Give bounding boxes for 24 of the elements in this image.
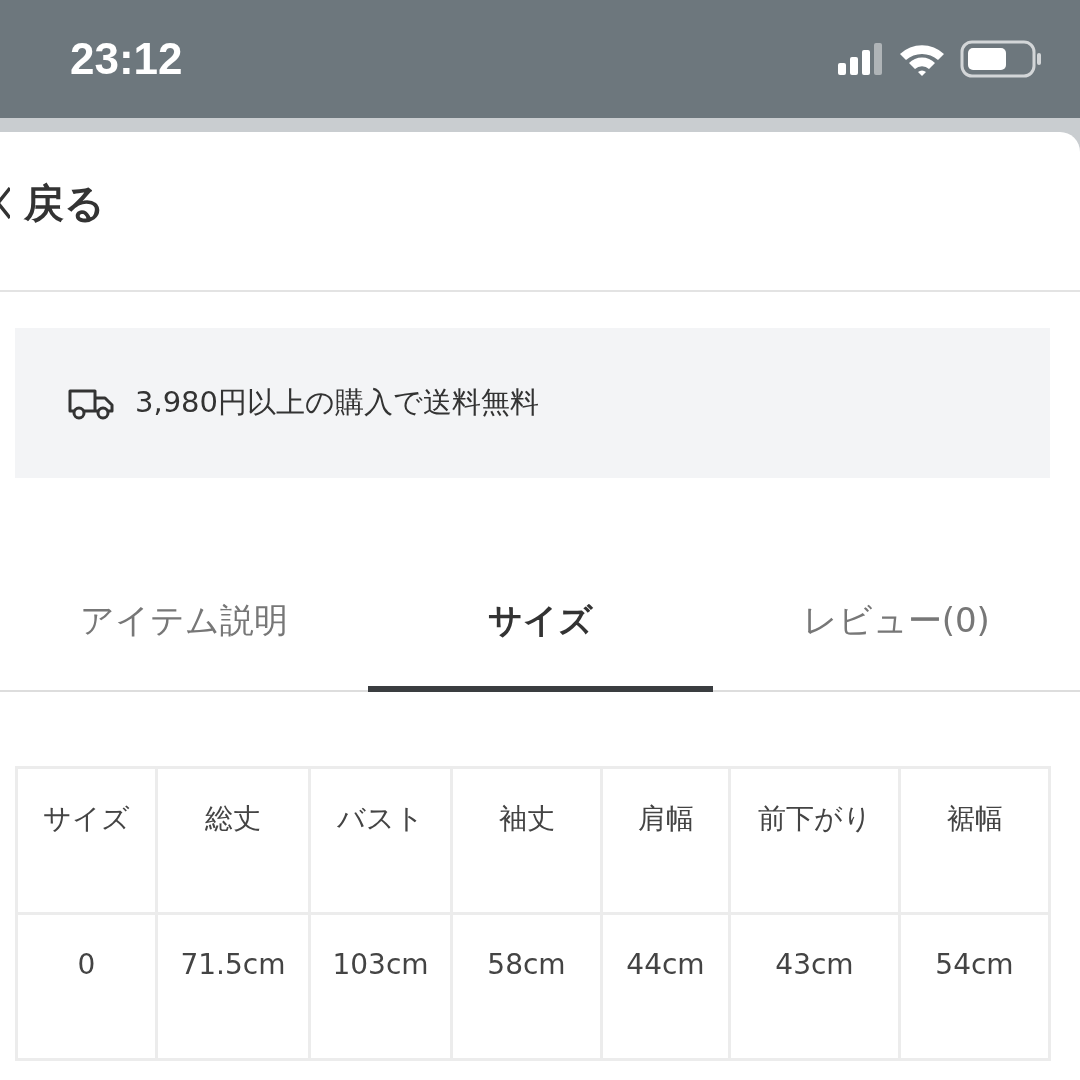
column-header: 袖丈 (451, 767, 602, 914)
battery-icon (960, 40, 1042, 78)
column-header: バスト (309, 767, 452, 914)
chevron-icon (0, 186, 10, 220)
wifi-icon (898, 42, 946, 76)
table-cell: 43cm (729, 913, 900, 1060)
shipping-notice: 3,980円以上の購入で送料無料 (135, 384, 540, 421)
tab[interactable]: レビュー(0) (712, 566, 1080, 692)
table-cell: 54cm (899, 913, 1050, 1060)
table-cell: 58cm (451, 913, 602, 1060)
clock-time: 23:12 (70, 34, 183, 84)
tab[interactable]: アイテム説明 (0, 566, 368, 692)
table-cell: 103cm (309, 913, 452, 1060)
column-header: 肩幅 (601, 767, 730, 914)
signal-icon (838, 43, 884, 75)
column-header: 総丈 (156, 767, 310, 914)
back-button[interactable]: 戻る (0, 175, 105, 231)
table-cell: 71.5cm (156, 913, 310, 1060)
column-header: 前下がり (729, 767, 900, 914)
tab[interactable]: サイズ (367, 566, 713, 692)
column-header: 裾幅 (899, 767, 1050, 914)
table-cell: 44cm (601, 913, 730, 1060)
column-header: サイズ (16, 767, 157, 914)
table-cell: 0 (16, 913, 157, 1060)
